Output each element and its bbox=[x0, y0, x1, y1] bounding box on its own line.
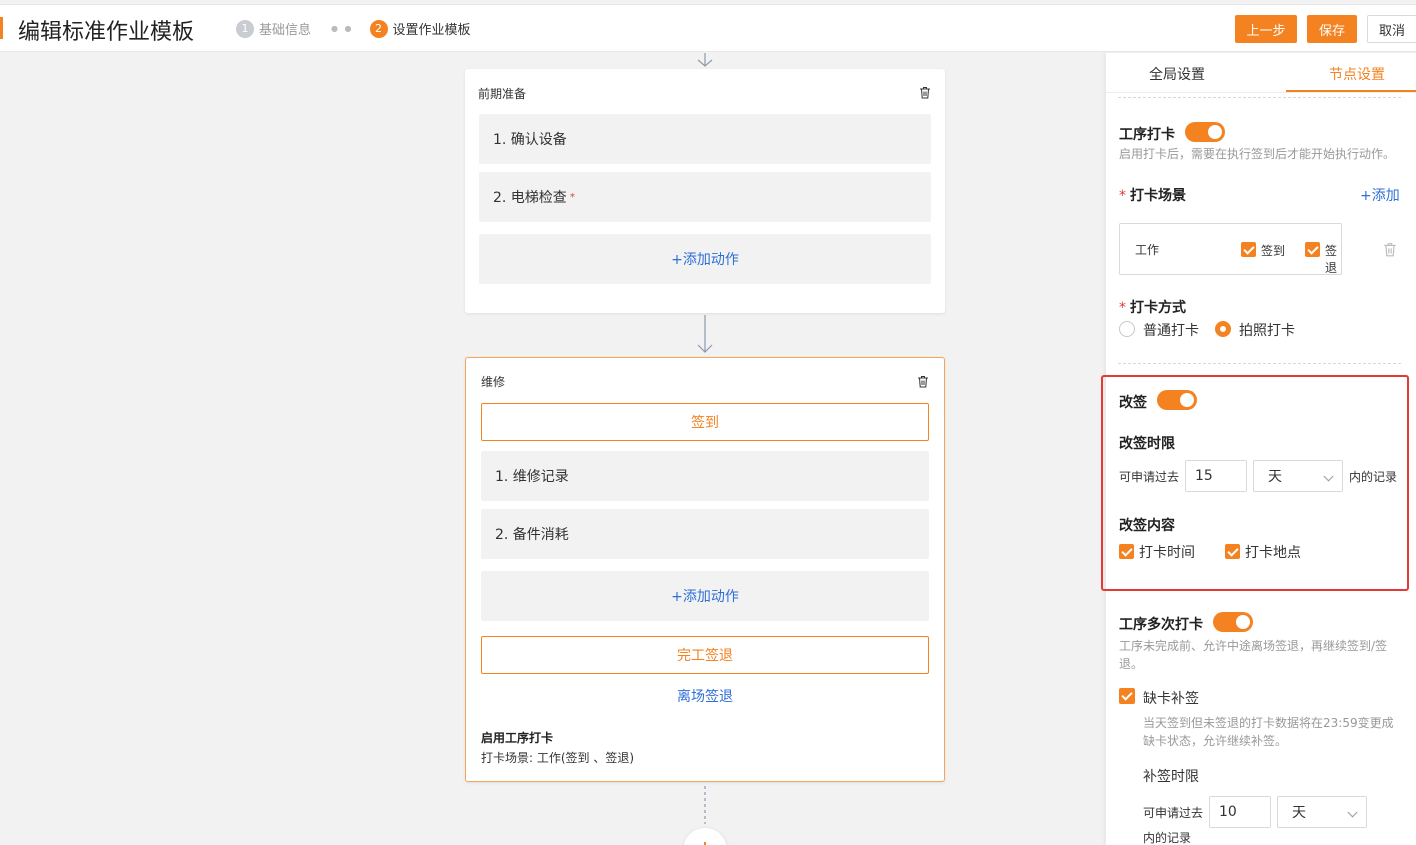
trash-icon[interactable] bbox=[917, 375, 929, 388]
resign-unit-select[interactable]: 天 bbox=[1253, 460, 1343, 492]
step-basic-info[interactable]: 1 基础信息 bbox=[236, 19, 311, 38]
resign-content-label: 改签内容 bbox=[1119, 518, 1175, 534]
plus-icon bbox=[704, 842, 706, 845]
resign-time-checkbox[interactable] bbox=[1119, 544, 1134, 559]
process-checkin-hint: 启用打卡后，需要在执行签到后才能开始执行动作。 bbox=[1119, 147, 1396, 161]
trash-icon[interactable] bbox=[919, 86, 931, 99]
method-photo-label: 拍照打卡 bbox=[1239, 323, 1295, 339]
multi-checkin-toggle[interactable] bbox=[1213, 612, 1253, 632]
makeup-limit-label: 补签时限 bbox=[1143, 769, 1199, 785]
summary-text: 打卡场景: 工作(签到 、签退) bbox=[481, 751, 635, 765]
action-label: 1. 维修记录 bbox=[495, 469, 569, 485]
resign-limit-label: 改签时限 bbox=[1119, 436, 1175, 452]
page-title: 编辑标准作业模板 bbox=[18, 20, 195, 45]
resign-toggle[interactable] bbox=[1157, 390, 1197, 410]
add-scene-link[interactable]: +添加 bbox=[1360, 185, 1400, 205]
scene-label: * 打卡场景 bbox=[1119, 188, 1186, 204]
node-title: 前期准备 bbox=[478, 87, 527, 101]
resign-limit-prefix: 可申请过去 bbox=[1119, 470, 1180, 484]
step-number: 2 bbox=[369, 19, 388, 38]
checkin-checkbox[interactable] bbox=[1241, 242, 1256, 257]
step-label: 设置作业模板 bbox=[392, 23, 471, 38]
tab-node-settings[interactable]: 节点设置 bbox=[1329, 64, 1385, 84]
stepper: 1 基础信息 ● ● 2 设置作业模板 bbox=[236, 19, 471, 38]
resign-location-label: 打卡地点 bbox=[1245, 545, 1301, 561]
node-card-repair[interactable]: 维修 签到 1. 维修记录 2. 备件消耗 +添加动作 完工签退 离场签退 启用… bbox=[465, 357, 945, 782]
checkout-checkbox[interactable] bbox=[1305, 242, 1320, 257]
add-node-button[interactable] bbox=[683, 828, 727, 845]
tab-global-settings[interactable]: 全局设置 bbox=[1149, 64, 1205, 84]
settings-panel: 全局设置 节点设置 工序打卡 启用打卡后，需要在执行签到后才能开始执行动作。 *… bbox=[1101, 53, 1416, 845]
chevron-down-icon bbox=[1323, 471, 1334, 482]
required-mark: * bbox=[569, 191, 575, 203]
method-normal-label: 普通打卡 bbox=[1143, 323, 1199, 339]
resign-label: 改签 bbox=[1119, 395, 1147, 411]
trash-icon[interactable] bbox=[1383, 242, 1397, 257]
tab-active-indicator bbox=[1286, 90, 1416, 92]
action-item[interactable]: 1. 确认设备 bbox=[479, 114, 931, 164]
panel-tabs: 全局设置 节点设置 bbox=[1106, 53, 1416, 93]
select-value: 天 bbox=[1268, 469, 1282, 485]
checkin-option-label: 签到 bbox=[1261, 244, 1286, 258]
makeup-limit-prefix: 可申请过去 bbox=[1143, 806, 1204, 820]
makeup-days-input[interactable]: 10 bbox=[1209, 796, 1271, 828]
makeup-label: 缺卡补签 bbox=[1143, 691, 1199, 707]
checkin-step[interactable]: 签到 bbox=[481, 403, 929, 441]
save-button[interactable]: 保存 bbox=[1307, 15, 1357, 43]
step-template-setup[interactable]: 2 设置作业模板 bbox=[369, 19, 471, 38]
connector-arrow-icon bbox=[697, 315, 713, 353]
resign-limit-suffix: 内的记录 bbox=[1349, 470, 1398, 484]
makeup-checkbox[interactable] bbox=[1119, 688, 1135, 704]
dotted-connector bbox=[704, 786, 706, 824]
action-label: 2. 电梯检查 bbox=[493, 190, 567, 206]
node-title: 维修 bbox=[481, 375, 506, 389]
leave-checkout-link[interactable]: 离场签退 bbox=[677, 686, 733, 706]
action-item[interactable]: 2. 电梯检查 * bbox=[479, 172, 931, 222]
method-normal-radio[interactable] bbox=[1119, 321, 1135, 337]
add-action-button[interactable]: +添加动作 bbox=[481, 571, 929, 621]
action-item[interactable]: 1. 维修记录 bbox=[481, 451, 929, 501]
multi-checkin-hint: 工序未完成前、允许中途离场签退，再继续签到/签退。 bbox=[1119, 639, 1388, 671]
checkout-option-label: 签退 bbox=[1325, 244, 1338, 275]
chevron-down-icon bbox=[1347, 807, 1358, 818]
add-action-button[interactable]: +添加动作 bbox=[479, 234, 931, 284]
method-label: * 打卡方式 bbox=[1119, 300, 1186, 316]
resign-location-checkbox[interactable] bbox=[1225, 544, 1240, 559]
title-accent-bar bbox=[0, 17, 3, 39]
scene-row: 工作 签到 签退 bbox=[1119, 223, 1342, 275]
flow-canvas[interactable]: 前期准备 1. 确认设备 2. 电梯检查 * +添加动作 维修 签到 1. 维修… bbox=[0, 53, 1106, 845]
makeup-unit-select[interactable]: 天 bbox=[1277, 796, 1367, 828]
summary-title: 启用工序打卡 bbox=[481, 731, 554, 745]
process-checkin-label: 工序打卡 bbox=[1119, 127, 1175, 143]
step-separator: ● ● bbox=[331, 24, 354, 33]
finish-checkout-step[interactable]: 完工签退 bbox=[481, 636, 929, 674]
resign-time-label: 打卡时间 bbox=[1139, 545, 1195, 561]
section-divider bbox=[1118, 97, 1401, 98]
node-card-preparation[interactable]: 前期准备 1. 确认设备 2. 电梯检查 * +添加动作 bbox=[465, 69, 945, 313]
method-photo-radio[interactable] bbox=[1215, 321, 1231, 337]
cancel-button[interactable]: 取消 bbox=[1367, 15, 1416, 43]
select-value: 天 bbox=[1292, 805, 1306, 821]
resign-days-input[interactable]: 15 bbox=[1185, 460, 1247, 492]
connector-arrow-icon bbox=[697, 53, 713, 67]
step-number: 1 bbox=[236, 19, 254, 38]
action-item[interactable]: 2. 备件消耗 bbox=[481, 509, 929, 559]
prev-step-button[interactable]: 上一步 bbox=[1235, 15, 1297, 43]
top-bar: 编辑标准作业模板 1 基础信息 ● ● 2 设置作业模板 上一步 保存 取消 bbox=[0, 4, 1416, 52]
makeup-limit-suffix: 内的记录 bbox=[1143, 831, 1192, 845]
step-label: 基础信息 bbox=[259, 23, 312, 38]
action-label: 2. 备件消耗 bbox=[495, 527, 569, 543]
action-label: 1. 确认设备 bbox=[493, 132, 567, 148]
process-checkin-toggle[interactable] bbox=[1185, 122, 1225, 142]
section-divider bbox=[1118, 363, 1401, 364]
multi-checkin-label: 工序多次打卡 bbox=[1119, 617, 1203, 633]
makeup-hint: 当天签到但未签退的打卡数据将在23:59变更成缺卡状态，允许继续补签。 bbox=[1143, 716, 1394, 748]
scene-name: 工作 bbox=[1135, 243, 1160, 257]
